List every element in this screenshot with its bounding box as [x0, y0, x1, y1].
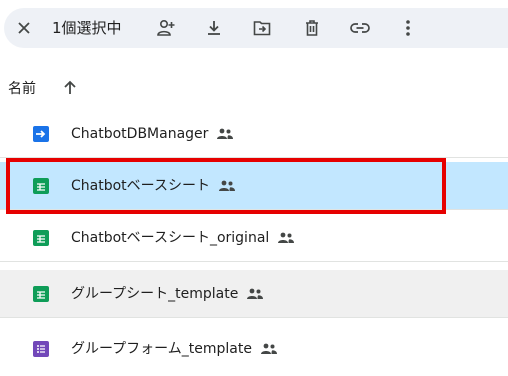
file-name: ChatbotDBManager	[71, 126, 209, 142]
file-name: グループシート_template	[71, 286, 239, 302]
file-row-selected[interactable]: Chatbotベースシート	[0, 162, 508, 210]
apps-script-icon	[33, 126, 49, 142]
link-icon[interactable]	[346, 8, 374, 48]
trash-icon[interactable]	[298, 8, 326, 48]
name-column-header[interactable]: 名前	[8, 78, 36, 98]
form-icon	[33, 341, 49, 357]
file-row[interactable]: グループフォーム_template	[0, 325, 508, 373]
spreadsheet-icon	[33, 230, 49, 246]
list-header: 名前	[0, 68, 508, 108]
add-person-icon[interactable]	[152, 8, 180, 48]
file-row[interactable]: Chatbotベースシート_original	[0, 214, 508, 262]
shared-icon	[260, 343, 277, 354]
spreadsheet-icon	[33, 286, 49, 302]
spreadsheet-icon	[33, 178, 49, 194]
shared-icon	[247, 288, 264, 299]
download-icon[interactable]	[200, 8, 228, 48]
shared-icon	[218, 180, 235, 191]
selection-count: 1個選択中	[52, 19, 122, 37]
close-icon[interactable]	[10, 8, 38, 48]
arrow-up-icon[interactable]	[60, 78, 80, 98]
file-name: Chatbotベースシート	[71, 178, 210, 194]
selection-toolbar: 1個選択中	[4, 8, 508, 48]
move-to-folder-icon[interactable]	[248, 8, 276, 48]
more-vert-icon[interactable]	[396, 8, 420, 48]
file-row[interactable]: ChatbotDBManager	[0, 110, 508, 158]
file-row-hover[interactable]: グループシート_template	[0, 270, 508, 318]
file-name: Chatbotベースシート_original	[71, 230, 270, 246]
shared-icon	[217, 128, 234, 139]
file-name: グループフォーム_template	[71, 341, 252, 357]
shared-icon	[278, 232, 295, 243]
